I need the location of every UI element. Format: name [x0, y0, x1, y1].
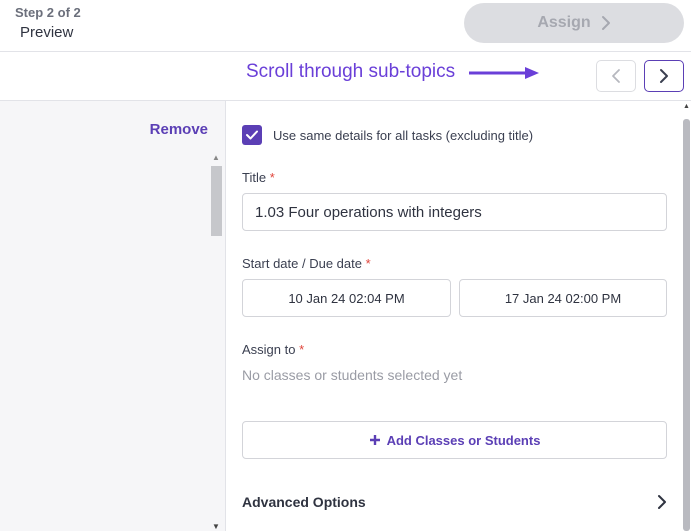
scroll-up-icon[interactable]: ▲	[212, 153, 220, 162]
checkmark-icon	[246, 130, 258, 140]
top-header: Step 2 of 2 Preview Assign	[0, 0, 691, 52]
assign-to-label-text: Assign to	[242, 342, 296, 357]
same-details-checkbox[interactable]	[242, 125, 262, 145]
subtopic-hint: Scroll through sub-topics	[246, 61, 456, 82]
assign-to-empty-text: No classes or students selected yet	[242, 367, 463, 383]
arrow-right-icon	[469, 67, 539, 79]
chevron-right-icon	[660, 69, 668, 83]
add-button-label: Add Classes or Students	[386, 432, 541, 448]
task-list-panel: Remove ▲ ▼	[0, 101, 226, 531]
remove-link[interactable]: Remove	[150, 121, 208, 138]
form-scrollbar[interactable]: ▲	[682, 101, 691, 531]
next-subtopic-button[interactable]	[644, 60, 684, 92]
chevron-right-icon	[658, 495, 666, 509]
chevron-left-icon	[612, 69, 620, 83]
page-title: Preview	[20, 24, 74, 41]
previous-subtopic-button[interactable]	[596, 60, 636, 92]
subtopic-bar: Scroll through sub-topics	[0, 52, 691, 101]
scroll-up-icon[interactable]: ▲	[683, 103, 690, 110]
title-input[interactable]: 1.03 Four operations with integers	[242, 193, 667, 231]
assign-button[interactable]: Assign	[464, 3, 684, 43]
dates-label: Start date / Due date *	[242, 256, 371, 271]
left-scrollbar[interactable]: ▲ ▼	[209, 151, 223, 531]
required-marker: *	[269, 170, 275, 185]
due-date-field[interactable]: 17 Jan 24 02:00 PM	[459, 279, 667, 317]
same-details-row[interactable]: Use same details for all tasks (excludin…	[242, 125, 533, 145]
add-classes-or-students-button[interactable]: Add Classes or Students	[242, 421, 667, 459]
step-indicator: Step 2 of 2	[15, 5, 81, 20]
dates-label-text: Start date / Due date	[242, 256, 362, 271]
assign-to-label: Assign to *	[242, 342, 304, 357]
chevron-right-icon	[601, 16, 610, 30]
scroll-down-icon[interactable]: ▼	[212, 522, 220, 531]
required-marker: *	[299, 342, 305, 357]
advanced-options-label: Advanced Options	[242, 494, 366, 510]
plus-icon	[369, 435, 380, 445]
scrollbar-thumb[interactable]	[211, 166, 222, 236]
same-details-label: Use same details for all tasks (excludin…	[273, 127, 534, 143]
title-label: Title *	[242, 170, 275, 185]
start-date-field[interactable]: 10 Jan 24 02:04 PM	[242, 279, 451, 317]
assign-button-label: Assign	[537, 14, 591, 31]
scrollbar-thumb[interactable]	[683, 119, 690, 531]
title-label-text: Title	[242, 170, 267, 185]
task-details-form: Use same details for all tasks (excludin…	[227, 101, 682, 531]
required-marker: *	[365, 256, 371, 271]
advanced-options-toggle[interactable]: Advanced Options	[242, 487, 667, 517]
